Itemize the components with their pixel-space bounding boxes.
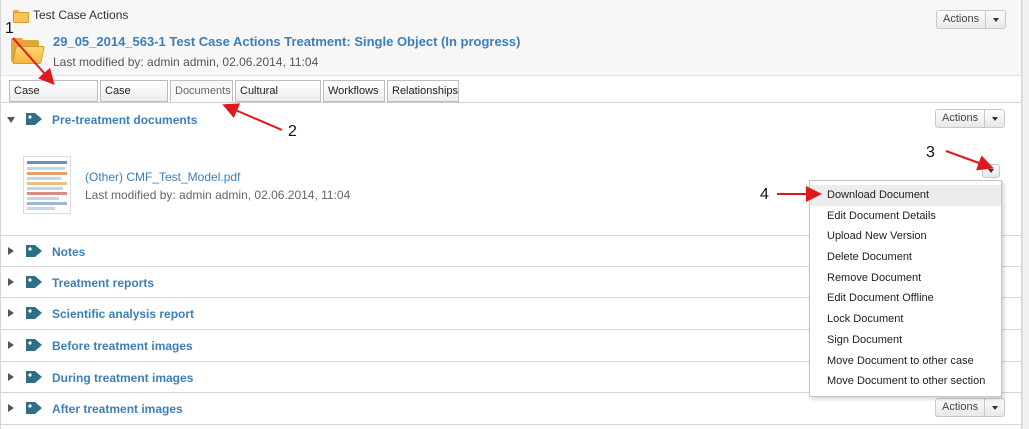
breadcrumb[interactable]: Test Case Actions: [13, 8, 129, 23]
menu-item-lock-document[interactable]: Lock Document: [810, 309, 1001, 330]
chevron-down-icon: [988, 169, 994, 173]
section-title[interactable]: Scientific analysis report: [52, 307, 194, 321]
section-actions-button[interactable]: Actions: [935, 398, 1006, 417]
section-header[interactable]: Pre-treatment documents Actions: [1, 104, 1021, 134]
document-actions-toggle[interactable]: [982, 164, 1000, 178]
case-actions-button[interactable]: Actions: [936, 10, 1007, 29]
chevron-down-icon[interactable]: [986, 11, 1005, 28]
expand-arrow-icon[interactable]: [8, 404, 14, 412]
expand-arrow-icon[interactable]: [8, 373, 14, 381]
tab-documents[interactable]: Documents: [170, 80, 233, 102]
tag-icon: [26, 371, 42, 383]
annotation-number-3: 3: [926, 144, 935, 161]
annotation-number-4: 4: [760, 186, 769, 203]
tag-icon: [26, 276, 42, 288]
vertical-scrollbar[interactable]: [1022, 0, 1029, 429]
menu-item-sign-document[interactable]: Sign Document: [810, 330, 1001, 351]
collapse-arrow-icon[interactable]: [7, 117, 15, 123]
tab-case-details[interactable]: Case details: [100, 80, 168, 117]
menu-item-download-document[interactable]: Download Document: [810, 185, 1001, 206]
actions-label: Actions: [936, 110, 986, 127]
case-folder-icon: [11, 38, 45, 64]
folder-icon: [13, 9, 29, 23]
case-header: Test Case Actions 29_05_2014_563-1 Test …: [1, 0, 1021, 76]
expand-arrow-icon[interactable]: [8, 278, 14, 286]
tag-icon: [26, 339, 42, 351]
document-title[interactable]: (Other) CMF_Test_Model.pdf: [85, 170, 240, 184]
tabs-divider: [1, 102, 1021, 103]
expand-arrow-icon[interactable]: [8, 247, 14, 255]
tab-cultural-objects[interactable]: Cultural Objects: [235, 80, 321, 117]
section-actions-button[interactable]: Actions: [935, 109, 1006, 128]
section-title[interactable]: Before treatment images: [52, 339, 193, 353]
case-tabs: Case dashboard Case details Documents Cu…: [9, 80, 459, 117]
menu-item-move-to-other-section[interactable]: Move Document to other section: [810, 371, 1001, 392]
tag-icon: [26, 402, 42, 414]
case-title[interactable]: 29_05_2014_563-1 Test Case Actions Treat…: [53, 34, 520, 49]
menu-item-delete-document[interactable]: Delete Document: [810, 247, 1001, 268]
actions-label: Actions: [937, 11, 987, 28]
breadcrumb-label: Test Case Actions: [33, 8, 129, 22]
chevron-down-icon[interactable]: [985, 110, 1004, 127]
tag-icon: [26, 113, 42, 125]
section-after-images: After treatment images Actions: [1, 393, 1021, 425]
tab-relationships[interactable]: Relationships: [387, 80, 459, 102]
tag-icon: [26, 307, 42, 319]
section-title[interactable]: Pre-treatment documents: [52, 113, 197, 127]
document-last-modified: Last modified by: admin admin, 02.06.201…: [85, 188, 351, 202]
chevron-down-icon[interactable]: [985, 399, 1004, 416]
section-title[interactable]: Notes: [52, 245, 85, 259]
menu-item-upload-new-version[interactable]: Upload New Version: [810, 226, 1001, 247]
case-last-modified: Last modified by: admin admin, 02.06.201…: [53, 55, 319, 69]
section-title[interactable]: During treatment images: [52, 371, 193, 385]
actions-label: Actions: [936, 399, 986, 416]
document-actions-menu: Download Document Edit Document Details …: [809, 180, 1002, 397]
section-header[interactable]: After treatment images Actions: [1, 393, 1021, 423]
section-title[interactable]: Treatment reports: [52, 276, 154, 290]
annotation-number-1: 1: [5, 20, 14, 37]
menu-item-remove-document[interactable]: Remove Document: [810, 268, 1001, 289]
tab-workflows[interactable]: Workflows: [323, 80, 385, 102]
tag-icon: [26, 245, 42, 257]
document-thumbnail[interactable]: [23, 156, 71, 214]
expand-arrow-icon[interactable]: [8, 309, 14, 317]
menu-item-move-to-other-case[interactable]: Move Document to other case: [810, 351, 1001, 372]
annotation-number-2: 2: [288, 123, 297, 140]
menu-item-edit-document-details[interactable]: Edit Document Details: [810, 206, 1001, 227]
expand-arrow-icon[interactable]: [8, 341, 14, 349]
section-title[interactable]: After treatment images: [52, 402, 183, 416]
tab-case-dashboard[interactable]: Case dashboard: [9, 80, 98, 117]
menu-item-edit-document-offline[interactable]: Edit Document Offline: [810, 288, 1001, 309]
